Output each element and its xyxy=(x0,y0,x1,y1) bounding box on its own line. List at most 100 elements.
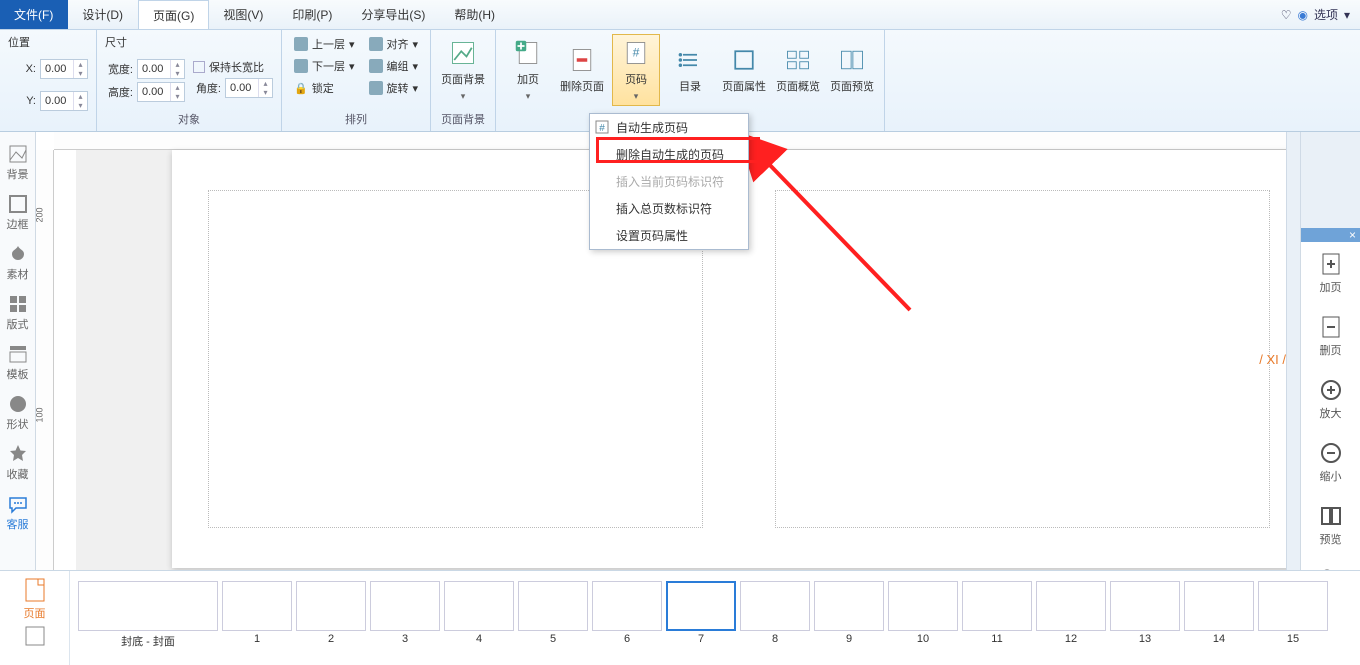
right-panel-close[interactable]: × xyxy=(1301,228,1360,242)
toc-icon xyxy=(676,46,704,74)
thumb-4[interactable] xyxy=(444,581,514,631)
lb-layout[interactable]: 版式 xyxy=(0,288,36,338)
thumb-13[interactable] xyxy=(1110,581,1180,631)
lock-ratio-checkbox[interactable] xyxy=(193,61,205,73)
object-title: 对象 xyxy=(105,109,273,129)
delete-page-icon xyxy=(568,46,596,74)
page-prop-icon xyxy=(730,46,758,74)
group-background: 页面背景▾ 页面背景 xyxy=(431,30,496,131)
menu-print[interactable]: 印刷(P) xyxy=(278,0,347,29)
group-button[interactable]: 编组 ▾ xyxy=(365,56,423,76)
rp-add[interactable]: 加页 xyxy=(1319,242,1343,305)
page-preview-button[interactable]: 页面预览 xyxy=(828,34,876,106)
page-overview-icon xyxy=(784,46,812,74)
thumb-1[interactable] xyxy=(222,581,292,631)
angle-input[interactable]: 0.00▴▾ xyxy=(225,78,273,98)
right-strip xyxy=(1286,132,1300,570)
width-input[interactable]: 0.00▴▾ xyxy=(137,59,185,79)
ruler-vertical: 200 100 xyxy=(36,150,54,570)
border-icon xyxy=(8,194,28,214)
lock-ratio-label: 保持长宽比 xyxy=(209,59,264,75)
menu-share[interactable]: 分享导出(S) xyxy=(347,0,440,29)
photo-tab-icon xyxy=(24,625,46,647)
menu-view[interactable]: 视图(V) xyxy=(209,0,278,29)
page-bg-button[interactable]: 页面背景▾ xyxy=(439,34,487,106)
thumb-15[interactable] xyxy=(1258,581,1328,631)
page-tab-icon xyxy=(24,577,46,603)
thumb-tab-page[interactable]: 页面 xyxy=(24,577,46,621)
rp-zoom-out[interactable]: 缩小 xyxy=(1319,431,1343,494)
y-label: Y: xyxy=(8,95,36,107)
position-title: 位置 xyxy=(8,34,30,50)
thumb-11[interactable] xyxy=(962,581,1032,631)
menu-design[interactable]: 设计(D) xyxy=(68,0,138,29)
close-icon: × xyxy=(1349,228,1356,242)
thumb-6[interactable] xyxy=(592,581,662,631)
lb-bg[interactable]: 背景 xyxy=(0,138,36,188)
thumb-12[interactable] xyxy=(1036,581,1106,631)
thumbnails[interactable]: 封底 - 封面 1 2 3 4 5 6 7 8 9 10 11 12 13 14… xyxy=(70,571,1360,665)
svg-text:#: # xyxy=(633,45,640,59)
y-input[interactable]: 0.00▴▾ xyxy=(40,91,88,111)
lock-button[interactable]: 锁定 xyxy=(290,78,359,98)
heart-icon[interactable]: ♡ xyxy=(1281,8,1292,22)
left-sidebar: 背景 边框 素材 版式 模板 形状 收藏 客服 xyxy=(0,132,36,570)
layout-icon xyxy=(8,294,28,314)
align-button[interactable]: 对齐 ▾ xyxy=(365,34,423,54)
options-label[interactable]: 选项 xyxy=(1314,6,1338,23)
rp-preview[interactable]: 预览 xyxy=(1319,494,1343,557)
page-prop-button[interactable]: 页面属性 xyxy=(720,34,768,106)
thumb-7[interactable] xyxy=(666,581,736,631)
thumb-tabs: 页面 xyxy=(0,571,70,665)
page-number-button[interactable]: # 页码▾ xyxy=(612,34,660,106)
thumb-3[interactable] xyxy=(370,581,440,631)
page-preview-icon xyxy=(838,46,866,74)
page-right[interactable] xyxy=(739,150,1286,568)
lb-template[interactable]: 模板 xyxy=(0,338,36,388)
menu-page[interactable]: 页面(G) xyxy=(138,0,209,29)
thumb-8[interactable] xyxy=(740,581,810,631)
down-layer-button[interactable]: 下一层 ▾ xyxy=(290,56,359,76)
dd-del-auto[interactable]: 删除自动生成的页码 xyxy=(590,141,748,168)
thumb-14[interactable] xyxy=(1184,581,1254,631)
dd-settings[interactable]: 设置页码属性 xyxy=(590,222,748,249)
page-indicator: / XI / xyxy=(1259,352,1286,367)
delete-page-button[interactable]: 删除页面 xyxy=(558,34,606,106)
add-page-button[interactable]: 加页▾ xyxy=(504,34,552,106)
thumb-9[interactable] xyxy=(814,581,884,631)
arrange-title: 排列 xyxy=(290,109,422,129)
chevron-down-icon[interactable]: ▾ xyxy=(1344,8,1350,22)
lb-service[interactable]: 客服 xyxy=(0,488,36,538)
dd-insert-total[interactable]: 插入总页数标识符 xyxy=(590,195,748,222)
rp-del[interactable]: 删页 xyxy=(1319,305,1343,368)
dd-insert-cur: 插入当前页码标识符 xyxy=(590,168,748,195)
menu-help[interactable]: 帮助(H) xyxy=(440,0,510,29)
thumb-tab-photo[interactable] xyxy=(24,625,46,647)
thumb-10[interactable] xyxy=(888,581,958,631)
menu-file[interactable]: 文件(F) xyxy=(0,0,68,29)
toc-button[interactable]: 目录 xyxy=(666,34,714,106)
up-layer-button[interactable]: 上一层 ▾ xyxy=(290,34,359,54)
zoom-out-icon xyxy=(1319,441,1343,465)
lb-material[interactable]: 素材 xyxy=(0,238,36,288)
page-overview-button[interactable]: 页面概览 xyxy=(774,34,822,106)
help-icon[interactable]: ◉ xyxy=(1297,8,1307,22)
lb-favorite[interactable]: 收藏 xyxy=(0,438,36,488)
x-input[interactable]: 0.00▴▾ xyxy=(40,59,88,79)
group-arrange: 上一层 ▾ 下一层 ▾ 锁定 对齐 ▾ 编组 ▾ 旋转 ▾ 排列 xyxy=(282,30,431,131)
auto-gen-icon: # xyxy=(594,119,610,135)
group-position: 位置 X: 0.00▴▾ Y: 0.00▴▾ xyxy=(0,30,97,131)
page-number-dropdown: # 自动生成页码 删除自动生成的页码 插入当前页码标识符 插入总页数标识符 设置… xyxy=(589,113,749,250)
chat-icon xyxy=(8,494,28,514)
rp-zoom-in[interactable]: 放大 xyxy=(1319,368,1343,431)
rotate-button[interactable]: 旋转 ▾ xyxy=(365,78,423,98)
thumb-2[interactable] xyxy=(296,581,366,631)
shape-icon xyxy=(8,394,28,414)
thumb-cover[interactable] xyxy=(78,581,218,631)
lb-shape[interactable]: 形状 xyxy=(0,388,36,438)
thumb-5[interactable] xyxy=(518,581,588,631)
height-input[interactable]: 0.00▴▾ xyxy=(137,82,185,102)
dd-auto-gen[interactable]: # 自动生成页码 xyxy=(590,114,748,141)
add-icon xyxy=(1319,252,1343,276)
lb-border[interactable]: 边框 xyxy=(0,188,36,238)
